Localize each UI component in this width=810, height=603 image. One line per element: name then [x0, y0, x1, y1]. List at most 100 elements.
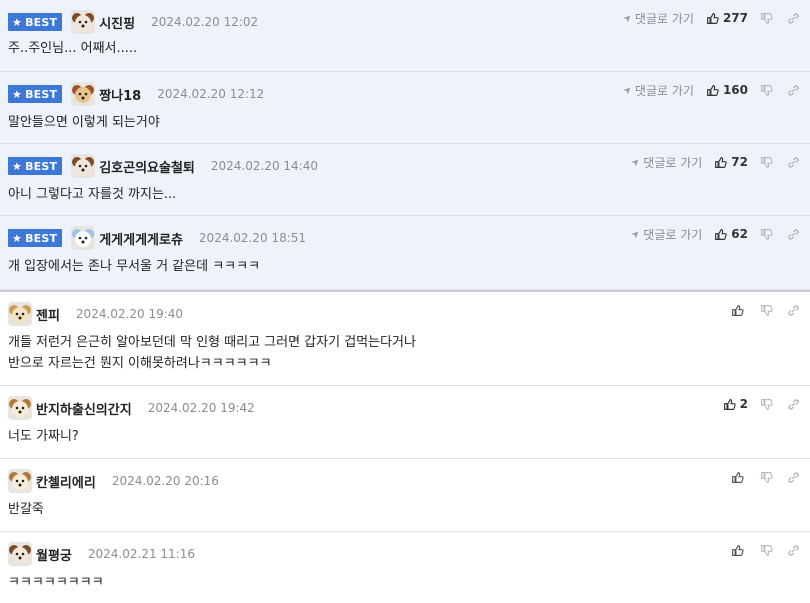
- reply-label: 댓글로 가기: [643, 155, 703, 170]
- comment-text: 개 입장에서는 존나 무서울 거 같은데 ㅋㅋㅋㅋ: [8, 259, 261, 274]
- dislike-button[interactable]: [760, 398, 773, 411]
- comment-actions: [731, 468, 800, 486]
- avatar[interactable]: [8, 396, 32, 420]
- go-to-reply-link[interactable]: ➤ 댓글로 가기: [629, 226, 702, 243]
- comment-item: 월평궁 2024.02.21 11:16 ㅋㅋㅋㅋㅋㅋㅋㅋ: [0, 532, 810, 603]
- like-count: 160: [722, 83, 748, 97]
- arrow-icon: ➤: [629, 155, 643, 169]
- like-button[interactable]: 62: [714, 227, 748, 241]
- best-badge: ★ BEST: [8, 157, 63, 175]
- like-count: 277: [722, 11, 748, 25]
- comment-text: 반갈죽: [8, 502, 44, 517]
- comment-actions: [731, 541, 800, 559]
- comment-text: 너도 가짜니?: [8, 429, 79, 444]
- avatar[interactable]: [8, 469, 32, 493]
- comment-date: 2024.02.20 19:42: [147, 401, 255, 415]
- comment-header: 칸첼리에리 2024.02.20 20:16: [8, 468, 219, 494]
- like-button[interactable]: 160: [706, 83, 748, 97]
- go-to-reply-link[interactable]: ➤ 댓글로 가기: [621, 10, 694, 27]
- comment-text: 말안들으면 이렇게 되는거야: [8, 115, 160, 130]
- comment-item: 칸첼리에리 2024.02.20 20:16 반갈죽: [0, 459, 810, 532]
- comment-actions: ➤ 댓글로 가기 72: [629, 153, 800, 171]
- best-label: BEST: [25, 159, 58, 173]
- link-icon: [787, 304, 800, 317]
- thumbs-down-icon: [760, 156, 773, 169]
- star-icon: ★: [12, 87, 23, 101]
- comment-header: 젠피 2024.02.20 19:40: [8, 301, 183, 327]
- author-name[interactable]: 게게게게게로츄: [99, 229, 183, 248]
- thumbs-up-icon: [723, 398, 740, 411]
- like-button[interactable]: 2: [723, 397, 748, 411]
- reply-label: 댓글로 가기: [634, 83, 694, 98]
- author-name[interactable]: 시진핑: [99, 13, 135, 32]
- author-name[interactable]: 김호곤의요술철퇴: [99, 157, 195, 176]
- avatar[interactable]: [71, 226, 96, 250]
- avatar[interactable]: [71, 82, 96, 106]
- like-button[interactable]: 72: [714, 155, 748, 169]
- arrow-icon: ➤: [629, 227, 643, 241]
- comment-date: 2024.02.20 14:40: [210, 159, 318, 173]
- author-name[interactable]: 월평궁: [36, 545, 72, 564]
- comment-header: ★ BEST 시진핑 2024.02.20 12:02: [8, 9, 258, 35]
- comment-date: 2024.02.21 11:16: [87, 547, 195, 561]
- copy-link-button[interactable]: [787, 156, 800, 169]
- star-icon: ★: [12, 231, 23, 245]
- author-name[interactable]: 칸첼리에리: [36, 472, 96, 491]
- thumbs-down-icon: [760, 471, 773, 484]
- comment-actions: 2: [723, 395, 800, 413]
- comment-actions: ➤ 댓글로 가기 277: [621, 9, 800, 27]
- comment-header: ★ BEST 김호곤의요술철퇴 2024.02.20 14:40: [8, 153, 318, 179]
- copy-link-button[interactable]: [787, 544, 800, 557]
- avatar[interactable]: [8, 302, 32, 326]
- comment-text: 주..주인님... 어째서.....: [8, 41, 138, 56]
- comment-text: 아니 그렇다고 자를것 까지는...: [8, 187, 177, 202]
- dislike-button[interactable]: [760, 12, 773, 25]
- thumbs-up-icon: [731, 304, 748, 317]
- copy-link-button[interactable]: [787, 304, 800, 317]
- author-name[interactable]: 젠피: [36, 305, 60, 324]
- like-count: 62: [731, 227, 748, 241]
- like-count: 72: [731, 155, 748, 169]
- comment-item: 젠피 2024.02.20 19:40 개들 저런거 은근히 알아보던데 막 인형 …: [0, 292, 810, 386]
- copy-link-button[interactable]: [787, 12, 800, 25]
- thumbs-up-icon: [706, 84, 723, 97]
- thumbs-up-icon: [706, 12, 723, 25]
- like-button[interactable]: 277: [706, 11, 748, 25]
- avatar[interactable]: [8, 542, 32, 566]
- comment-actions: ➤ 댓글로 가기 62: [629, 225, 800, 243]
- like-button[interactable]: [731, 471, 748, 484]
- author-name[interactable]: 반지하출신의간지: [36, 399, 132, 418]
- reply-label: 댓글로 가기: [634, 11, 694, 26]
- like-count: 2: [739, 397, 748, 411]
- copy-link-button[interactable]: [787, 84, 800, 97]
- like-button[interactable]: [731, 304, 748, 317]
- comment-date: 2024.02.20 20:16: [111, 474, 219, 488]
- dislike-button[interactable]: [760, 84, 773, 97]
- comment-text: ㅋㅋㅋㅋㅋㅋㅋㅋ: [8, 575, 104, 590]
- copy-link-button[interactable]: [787, 398, 800, 411]
- copy-link-button[interactable]: [787, 228, 800, 241]
- comment-date: 2024.02.20 18:51: [198, 231, 307, 245]
- comment-item: 반지하출신의간지 2024.02.20 19:42 너도 가짜니? 2: [0, 386, 810, 459]
- like-button[interactable]: [731, 544, 748, 557]
- thumbs-down-icon: [760, 544, 773, 557]
- dislike-button[interactable]: [760, 228, 773, 241]
- dislike-button[interactable]: [760, 156, 773, 169]
- avatar[interactable]: [71, 10, 96, 34]
- dislike-button[interactable]: [760, 304, 773, 317]
- copy-link-button[interactable]: [787, 471, 800, 484]
- best-badge: ★ BEST: [8, 13, 63, 31]
- comment-date: 2024.02.20 19:40: [75, 307, 184, 321]
- comment-item: ★ BEST 김호곤의요술철퇴 2024.02.20 14:40 아니 그렇다고 자를것…: [0, 144, 810, 216]
- dislike-button[interactable]: [760, 544, 773, 557]
- comment-list: ★ BEST 시진핑 2024.02.20 12:02 주..주인님... 어째서...…: [0, 0, 810, 603]
- dislike-button[interactable]: [760, 471, 773, 484]
- link-icon: [787, 471, 800, 484]
- thumbs-up-icon: [714, 156, 731, 169]
- avatar[interactable]: [71, 154, 96, 178]
- thumbs-down-icon: [760, 84, 773, 97]
- author-name[interactable]: 짱나18: [99, 85, 141, 104]
- go-to-reply-link[interactable]: ➤ 댓글로 가기: [621, 82, 694, 99]
- link-icon: [787, 398, 800, 411]
- go-to-reply-link[interactable]: ➤ 댓글로 가기: [629, 154, 703, 171]
